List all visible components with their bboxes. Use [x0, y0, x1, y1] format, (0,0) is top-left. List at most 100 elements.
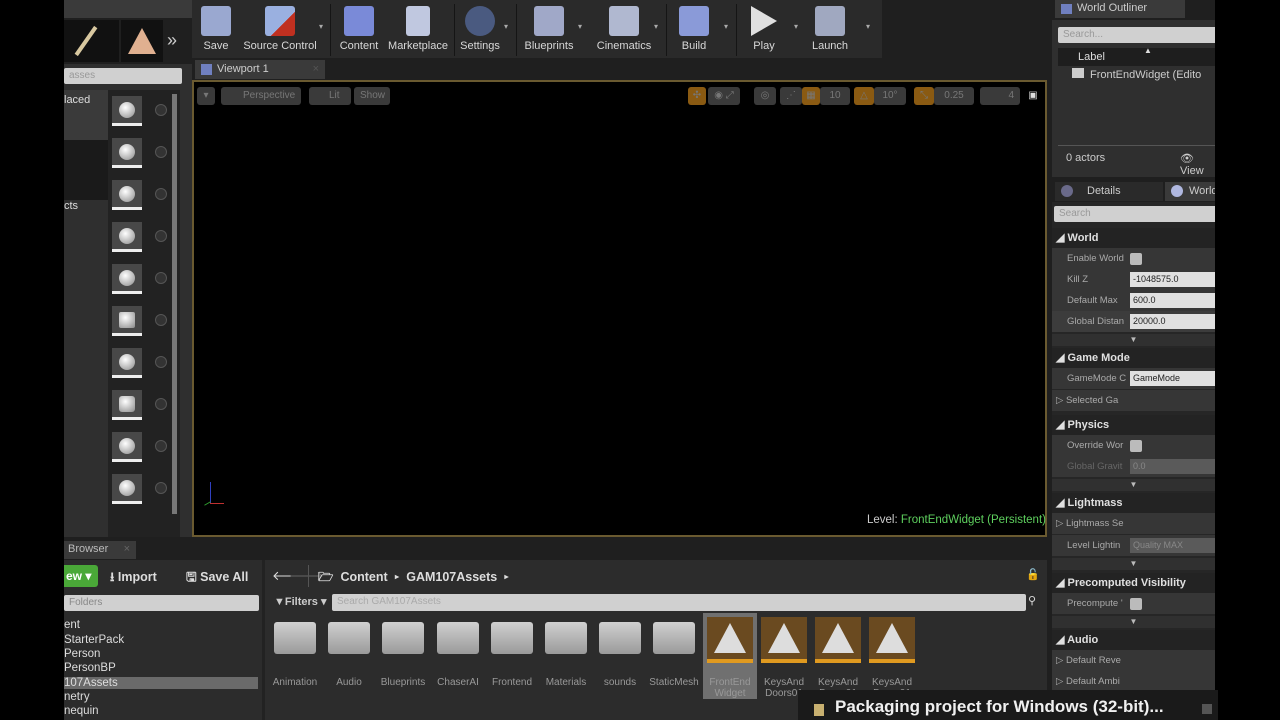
splitter[interactable]	[262, 560, 265, 720]
cinematics-button[interactable]: Cinematics	[592, 4, 656, 56]
help-icon[interactable]	[155, 314, 167, 326]
advanced-expander[interactable]: ▼	[1052, 558, 1215, 570]
scale-snap-value[interactable]: 0.25	[934, 87, 974, 105]
maximize-viewport-icon[interactable]: ▣	[1026, 87, 1040, 105]
place-item-cylinder[interactable]	[112, 390, 142, 420]
outliner-column-label[interactable]: Label ▲	[1058, 46, 1215, 66]
folder-frontend[interactable]	[491, 622, 533, 654]
asset-frontend-widget[interactable]	[707, 617, 753, 663]
world-local-icon[interactable]: ◎	[754, 87, 776, 105]
help-icon[interactable]	[155, 146, 167, 158]
launch-button[interactable]: Launch	[808, 4, 852, 56]
breadcrumb-gam107assets[interactable]: GAM107Assets	[406, 570, 497, 584]
section-game-mode[interactable]: ◢ Game Mode	[1052, 348, 1215, 368]
lightmass-settings-row[interactable]: ▷ Lightmass Se	[1052, 513, 1215, 534]
section-precomputed-visibility[interactable]: ◢ Precomputed Visibility	[1052, 573, 1215, 593]
advanced-expander[interactable]: ▼	[1052, 334, 1215, 346]
build-dropdown[interactable]: ▾	[724, 22, 728, 31]
scale-snap-icon[interactable]: ⤡	[914, 87, 934, 105]
folder-tree-item[interactable]: PersonBP	[64, 662, 116, 674]
folder-audio[interactable]	[328, 622, 370, 654]
blueprints-dropdown[interactable]: ▾	[578, 22, 582, 31]
tab-details[interactable]: Details	[1055, 182, 1163, 201]
lock-icon[interactable]: 🔓	[1026, 568, 1040, 581]
settings-dropdown[interactable]: ▾	[504, 22, 508, 31]
section-world[interactable]: ◢ World	[1052, 228, 1215, 248]
build-button[interactable]: Build	[674, 4, 714, 56]
tab-world-settings[interactable]: World	[1165, 182, 1215, 201]
help-icon[interactable]	[155, 398, 167, 410]
place-search-input[interactable]: asses	[64, 68, 182, 84]
source-control-button[interactable]: Source Control	[242, 4, 318, 56]
folder-tree-item[interactable]: ent	[64, 619, 80, 631]
marketplace-button[interactable]: Marketplace	[386, 4, 450, 56]
camera-speed-button[interactable]: 4	[980, 87, 1020, 105]
tab-world-outliner[interactable]: World Outliner	[1055, 0, 1185, 18]
place-item-pawn[interactable]	[112, 180, 142, 210]
gamemode-select[interactable]: GameMode	[1130, 371, 1215, 386]
outliner-row[interactable]: FrontEndWidget (Edito	[1072, 68, 1215, 81]
place-item-cone[interactable]	[112, 432, 142, 462]
level-lighting-select[interactable]: Quality MAX	[1130, 538, 1215, 553]
content-button[interactable]: Content	[336, 4, 382, 56]
view-options-button[interactable]: 👁 View	[1180, 152, 1215, 177]
help-icon[interactable]	[155, 482, 167, 494]
modes-tab[interactable]	[64, 0, 192, 18]
folder-tree-item[interactable]: StarterPack	[64, 634, 124, 646]
folder-tree-item[interactable]: nequin	[64, 705, 99, 717]
folder-chaserai[interactable]	[437, 622, 479, 654]
advanced-expander[interactable]: ▼	[1052, 616, 1215, 628]
section-lightmass[interactable]: ◢ Lightmass	[1052, 493, 1215, 513]
folder-sounds[interactable]	[599, 622, 641, 654]
default-ambient-row[interactable]: ▷ Default Ambi	[1052, 671, 1215, 692]
category-selected[interactable]	[64, 140, 108, 200]
help-icon[interactable]	[155, 440, 167, 452]
translate-icon[interactable]: ✣	[688, 87, 706, 105]
details-search-input[interactable]: Search	[1054, 206, 1215, 222]
section-audio[interactable]: ◢ Audio	[1052, 630, 1215, 650]
tab-content-browser[interactable]: Browser ×	[64, 541, 136, 559]
default-max-input[interactable]: 600.0	[1130, 293, 1215, 308]
save-all-button[interactable]: 🖫 Save All	[186, 568, 248, 589]
breadcrumb-content[interactable]: Content	[340, 570, 387, 584]
blueprints-button[interactable]: Blueprints	[522, 4, 576, 56]
mode-geometry-button[interactable]	[121, 20, 163, 62]
precompute-checkbox[interactable]	[1130, 598, 1142, 610]
grid-snap-value[interactable]: 10	[820, 87, 850, 105]
asset-search-input[interactable]: Search GAM107Assets	[332, 594, 1026, 611]
default-reverb-row[interactable]: ▷ Default Reve	[1052, 650, 1215, 671]
help-icon[interactable]	[155, 104, 167, 116]
place-item-player-start[interactable]	[112, 264, 142, 294]
help-icon[interactable]	[155, 188, 167, 200]
more-modes-button[interactable]: »	[167, 30, 177, 51]
folder-blueprints[interactable]	[382, 622, 424, 654]
close-icon[interactable]: ×	[124, 543, 130, 555]
advanced-expander[interactable]: ▼	[1052, 479, 1215, 491]
tab-viewport[interactable]: Viewport 1 ×	[195, 60, 325, 79]
help-icon[interactable]	[155, 230, 167, 242]
surface-snap-icon[interactable]: ⋰	[780, 87, 802, 105]
category-recently-placed[interactable]: laced	[64, 90, 108, 140]
rotation-snap-icon[interactable]: △	[854, 87, 874, 105]
save-button[interactable]: Save	[198, 4, 234, 56]
rotation-snap-value[interactable]: 10°	[874, 87, 906, 105]
add-new-button[interactable]: ew ▾	[64, 565, 98, 587]
global-distance-input[interactable]: 20000.0	[1130, 314, 1215, 329]
help-icon[interactable]	[155, 272, 167, 284]
folder-materials[interactable]	[545, 622, 587, 654]
show-button[interactable]: Show	[354, 87, 390, 105]
place-item-box-trigger[interactable]	[112, 474, 142, 504]
perspective-button[interactable]: Perspective	[221, 87, 301, 105]
cinematics-dropdown[interactable]: ▾	[654, 22, 658, 31]
cancel-packaging-button[interactable]	[1202, 704, 1212, 714]
launch-dropdown[interactable]: ▾	[866, 22, 870, 31]
grid-snap-icon[interactable]: ▦	[802, 87, 820, 105]
asset-keysanddoors01[interactable]	[869, 617, 915, 663]
enable-world-checkbox[interactable]	[1130, 253, 1142, 265]
viewport-options-button[interactable]: ▾	[197, 87, 215, 105]
mode-foliage-button[interactable]	[64, 20, 119, 62]
category-all-classes[interactable]: cts	[64, 200, 78, 212]
viewport[interactable]	[192, 80, 1047, 537]
place-item-empty-actor[interactable]	[112, 96, 142, 126]
lit-button[interactable]: Lit	[309, 87, 351, 105]
